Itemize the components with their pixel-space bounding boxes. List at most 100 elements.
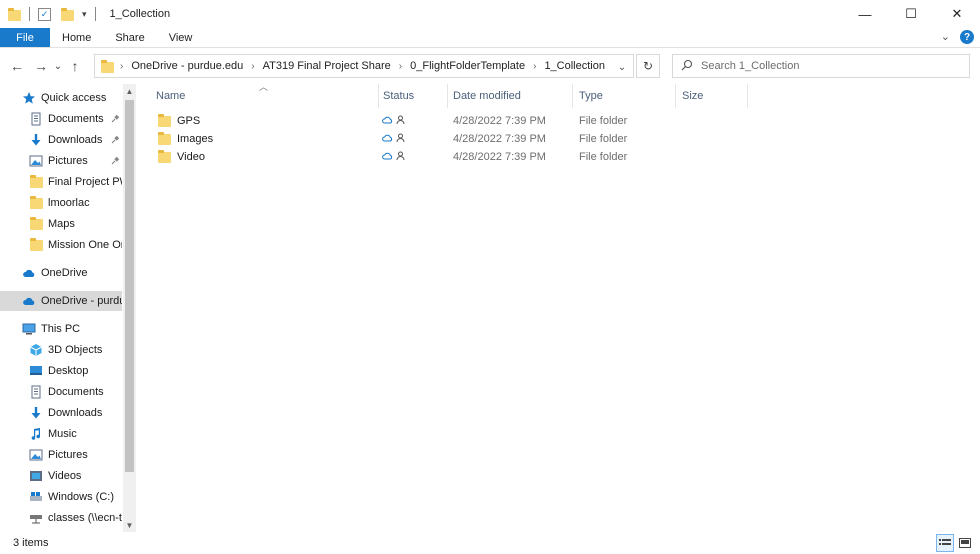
status-bar: 3 items	[0, 532, 980, 554]
sync-status-cell	[382, 148, 405, 166]
sidebar-item-label: 3D Objects	[48, 344, 103, 356]
sidebar-item-documents[interactable]: Documents	[0, 382, 122, 402]
desktop-icon	[29, 364, 43, 378]
scrollbar-thumb[interactable]	[125, 100, 134, 472]
breadcrumb-separator-icon[interactable]: ›	[533, 61, 536, 72]
pin-icon[interactable]	[111, 114, 120, 125]
sidebar-item-label: Maps	[48, 218, 75, 230]
sidebar-item-documents[interactable]: Documents	[0, 109, 122, 129]
window-controls: — ☐ ✕	[842, 0, 980, 28]
ribbon-right-controls: ⌄ ?	[941, 30, 974, 44]
table-row[interactable]: Images 4/28/2022 7:39 PM File folder	[146, 130, 746, 148]
customize-toolbar-icon[interactable]: ▾	[82, 9, 87, 20]
column-header-type[interactable]: Type	[573, 84, 676, 108]
tab-view[interactable]: View	[157, 28, 205, 47]
back-button[interactable]: ←	[6, 54, 28, 78]
shared-person-icon	[396, 133, 405, 145]
sidebar-item-lmoorlac[interactable]: lmoorlac	[0, 193, 122, 213]
sidebar-item-final-project-pw[interactable]: Final Project PW	[0, 172, 122, 192]
tab-home[interactable]: Home	[50, 28, 103, 47]
search-box[interactable]	[672, 54, 970, 78]
address-dropdown-icon[interactable]: ⌄	[613, 58, 631, 76]
sidebar-item-downloads[interactable]: Downloads	[0, 403, 122, 423]
sidebar-item-pictures[interactable]: Pictures	[0, 445, 122, 465]
sidebar-item-label: This PC	[41, 323, 81, 335]
table-row[interactable]: GPS 4/28/2022 7:39 PM File folder	[146, 112, 746, 130]
column-header-name[interactable]: Name	[150, 84, 379, 108]
breadcrumb-collection[interactable]: 1_Collection	[544, 60, 605, 72]
details-view-icon[interactable]	[936, 534, 954, 552]
breadcrumb-separator-icon[interactable]: ›	[399, 61, 402, 72]
help-icon[interactable]: ?	[960, 30, 974, 44]
tab-share[interactable]: Share	[103, 28, 156, 47]
folder-icon	[29, 216, 43, 231]
column-header-size[interactable]: Size	[676, 84, 748, 108]
cloud-status-icon	[382, 133, 393, 145]
up-button[interactable]: ↑	[64, 54, 86, 78]
expand-ribbon-icon[interactable]: ⌄	[941, 30, 950, 44]
sidebar-item-label: lmoorlac	[48, 197, 90, 209]
sidebar-item-windows-c[interactable]: Windows (C:)	[0, 487, 122, 507]
sidebar-item-classes-ecn-te[interactable]: classes (\\ecn-te	[0, 508, 122, 528]
star-icon	[22, 91, 36, 105]
shared-person-icon	[396, 115, 405, 127]
sidebar-item-this-pc[interactable]: This PC	[0, 319, 122, 339]
maximize-button[interactable]: ☐	[888, 0, 934, 28]
scroll-up-icon[interactable]: ▲	[123, 84, 136, 98]
title-bar: ✓ ▾ 1_Collection — ☐ ✕	[0, 0, 980, 28]
pictures-icon	[29, 154, 43, 168]
folder-icon	[29, 237, 43, 252]
sidebar-item-label: Mission One Ort	[48, 239, 122, 251]
forward-button[interactable]: →	[30, 54, 52, 78]
sidebar-item-label: Music	[48, 428, 77, 440]
folder-icon	[29, 195, 43, 210]
breadcrumb-onedrive[interactable]: OneDrive - purdue.edu	[131, 60, 243, 72]
folder-icon	[158, 113, 171, 127]
nav-scrollbar[interactable]: ▲ ▼	[123, 84, 136, 532]
properties-icon[interactable]: ✓	[38, 7, 51, 21]
refresh-button[interactable]: ↻	[636, 54, 660, 78]
sidebar-item-onedrive-purdue[interactable]: OneDrive - purdue	[0, 291, 122, 311]
minimize-button[interactable]: —	[842, 0, 888, 28]
sidebar-item-maps[interactable]: Maps	[0, 214, 122, 234]
new-folder-icon[interactable]	[61, 7, 74, 21]
sidebar-item-music[interactable]: Music	[0, 424, 122, 444]
file-name-cell[interactable]: GPS	[158, 112, 200, 130]
folder-icon	[101, 59, 114, 73]
table-row[interactable]: Video 4/28/2022 7:39 PM File folder	[146, 148, 746, 166]
search-input[interactable]	[701, 60, 951, 72]
breadcrumb-separator-icon[interactable]: ›	[251, 61, 254, 72]
folder-icon	[29, 174, 43, 189]
sidebar-item-mission-one-ort[interactable]: Mission One Ort	[0, 235, 122, 255]
sidebar-item-onedrive[interactable]: OneDrive	[0, 263, 122, 283]
view-switcher	[936, 534, 974, 552]
column-headers: ︿ Name Status Date modified Type Size	[146, 82, 980, 108]
sidebar-item-pictures[interactable]: Pictures	[0, 151, 122, 171]
pin-icon[interactable]	[111, 156, 120, 167]
type-cell: File folder	[579, 151, 628, 163]
file-name-cell[interactable]: Video	[158, 148, 205, 166]
sidebar-item-quick-access[interactable]: Quick access	[0, 88, 122, 108]
music-icon	[29, 427, 43, 441]
date-modified-cell: 4/28/2022 7:39 PM	[453, 115, 546, 127]
pin-icon[interactable]	[111, 135, 120, 146]
sidebar-item-videos[interactable]: Videos	[0, 466, 122, 486]
scroll-down-icon[interactable]: ▼	[123, 518, 136, 532]
breadcrumb-project-share[interactable]: AT319 Final Project Share	[263, 60, 391, 72]
address-bar[interactable]: › OneDrive - purdue.edu › AT319 Final Pr…	[94, 54, 634, 78]
drive-icon	[29, 490, 43, 504]
folder-icon	[158, 149, 171, 163]
sidebar-item-3d-objects[interactable]: 3D Objects	[0, 340, 122, 360]
column-header-date-modified[interactable]: Date modified	[447, 84, 573, 108]
close-button[interactable]: ✕	[934, 0, 980, 28]
breadcrumb-separator-icon[interactable]: ›	[120, 61, 123, 72]
large-icons-view-icon[interactable]	[956, 534, 974, 552]
sidebar-item-label: Quick access	[41, 92, 107, 104]
recent-locations-button[interactable]: ⌄	[52, 54, 64, 78]
tab-file[interactable]: File	[0, 28, 50, 47]
sidebar-item-downloads[interactable]: Downloads	[0, 130, 122, 150]
file-name-cell[interactable]: Images	[158, 130, 213, 148]
breadcrumb-flight-folder-template[interactable]: 0_FlightFolderTemplate	[410, 60, 525, 72]
column-header-status[interactable]: Status	[377, 84, 448, 108]
sidebar-item-desktop[interactable]: Desktop	[0, 361, 122, 381]
